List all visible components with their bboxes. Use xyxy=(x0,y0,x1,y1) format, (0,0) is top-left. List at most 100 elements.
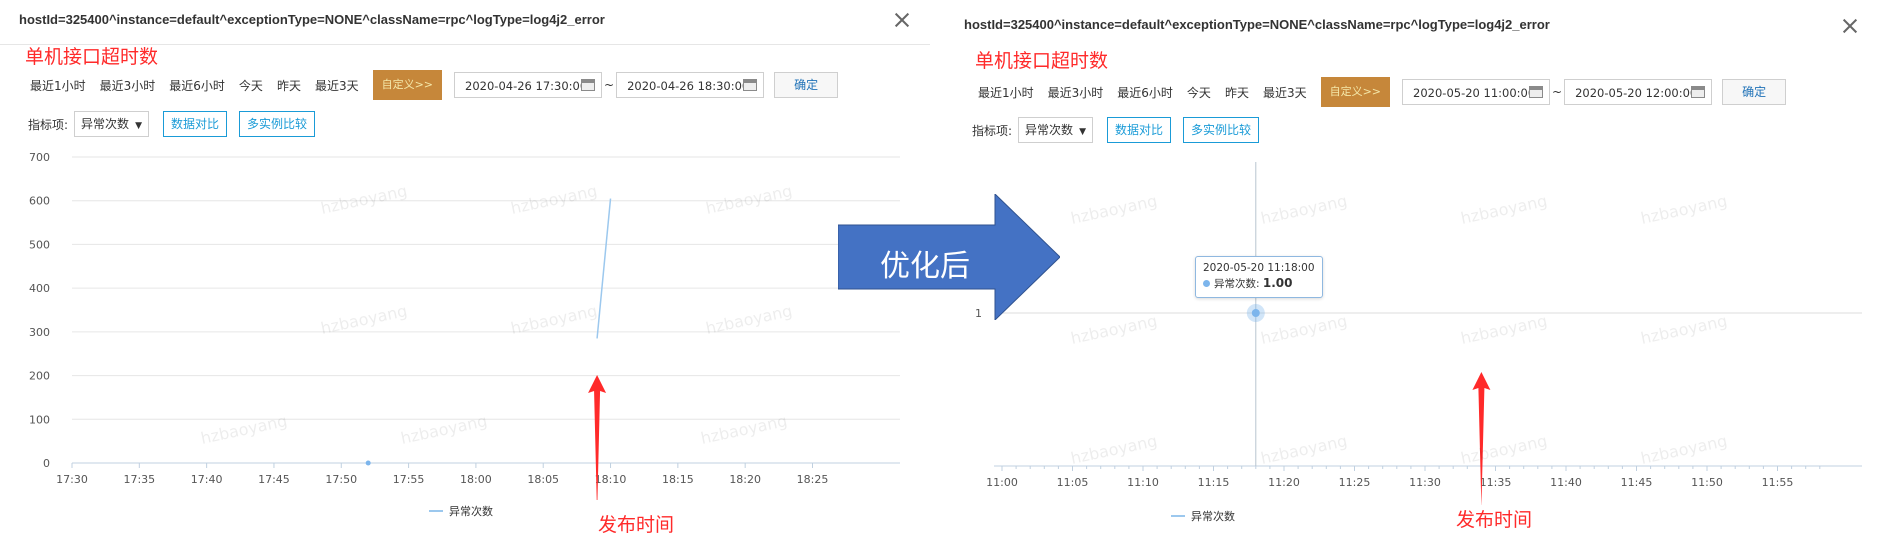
calendar-icon[interactable] xyxy=(581,79,596,91)
range-last-6h[interactable]: 最近6小时 xyxy=(169,77,225,94)
y-tick-label: 100 xyxy=(29,413,50,426)
range-last-3d[interactable]: 最近3天 xyxy=(315,77,359,94)
custom-range-button[interactable]: 自定义>> xyxy=(1320,77,1391,107)
metric-label: 指标项: xyxy=(972,123,1013,138)
range-last-3h[interactable]: 最近3小时 xyxy=(100,77,156,94)
range-yesterday[interactable]: 昨天 xyxy=(1225,84,1249,101)
caret-down-icon: ▼ xyxy=(135,121,142,131)
calendar-icon[interactable] xyxy=(1691,86,1706,98)
legend-line-icon xyxy=(429,510,443,512)
x-tick-label: 11:00 xyxy=(986,476,1018,489)
data-compare-button[interactable]: 数据对比 xyxy=(162,111,227,137)
release-time-label: 发布时间 xyxy=(1456,509,1533,531)
start-time-value: 2020-04-26 17:30:00 xyxy=(465,79,588,93)
x-tick-label: 11:10 xyxy=(1127,476,1159,489)
range-today[interactable]: 今天 xyxy=(239,77,263,94)
exception-count-chart: 0 100 200 300 400 500 600 700 17:30 17:35 17:40 17:… xyxy=(29,151,900,500)
caret-down-icon: ▼ xyxy=(1079,127,1086,137)
annotation-title: 单机接口超时数 xyxy=(975,50,1109,72)
x-tick-label: 11:25 xyxy=(1339,476,1371,489)
tooltip-series: 异常次数: xyxy=(1214,278,1260,290)
x-tick-label: 18:15 xyxy=(662,473,694,486)
x-tick-label: 17:30 xyxy=(56,473,88,486)
time-range-bar: 最近1小时 最近3小时 最近6小时 今天 昨天 最近3天 自定义>> 2020-… xyxy=(978,77,1787,107)
x-tick-label: 17:50 xyxy=(325,473,357,486)
range-separator: ~ xyxy=(604,78,615,92)
x-tick-label: 18:20 xyxy=(729,473,761,486)
left-dialog: hostId=325400^instance=default^exception… xyxy=(0,0,930,539)
range-today[interactable]: 今天 xyxy=(1187,84,1211,101)
chart-legend[interactable]: 异常次数 xyxy=(429,503,493,519)
x-tick-label: 18:10 xyxy=(595,473,627,486)
range-last-3d[interactable]: 最近3天 xyxy=(1263,84,1307,101)
x-tick-label: 17:55 xyxy=(393,473,425,486)
start-time-input[interactable]: 2020-05-20 11:00:00 xyxy=(1402,79,1551,105)
data-compare-button[interactable]: 数据对比 xyxy=(1106,117,1171,143)
x-tick-label: 11:55 xyxy=(1762,476,1794,489)
range-last-1h[interactable]: 最近1小时 xyxy=(978,84,1034,101)
x-tick-label: 18:25 xyxy=(797,473,829,486)
x-tick-label: 18:00 xyxy=(460,473,492,486)
x-tick-label: 17:45 xyxy=(258,473,290,486)
y-tick-label: 300 xyxy=(29,326,50,339)
end-time-input[interactable]: 2020-04-26 18:30:00 xyxy=(616,72,765,98)
x-tick-label: 17:35 xyxy=(123,473,155,486)
end-time-value: 2020-04-26 18:30:00 xyxy=(627,79,750,93)
y-tick-label: 0 xyxy=(43,457,50,470)
exception-count-chart: 111:00 11:05 11:10 11:15 11:20 11:25 11:30 11:3… xyxy=(975,162,1862,505)
range-last-6h[interactable]: 最近6小时 xyxy=(1117,84,1173,101)
y-tick-label: 600 xyxy=(29,195,50,208)
calendar-icon[interactable] xyxy=(743,79,758,91)
multi-instance-compare-button[interactable]: 多实例比较 xyxy=(1183,117,1260,143)
x-tick-label: 11:50 xyxy=(1691,476,1723,489)
legend-label: 异常次数 xyxy=(449,505,493,518)
arrow-label: 优化后 xyxy=(880,249,970,284)
metric-select[interactable]: 异常次数 ▼ xyxy=(74,111,149,137)
x-tick-label: 11:40 xyxy=(1550,476,1582,489)
calendar-icon[interactable] xyxy=(1529,86,1544,98)
legend-line-icon xyxy=(1171,515,1185,517)
legend-label: 异常次数 xyxy=(1191,510,1235,523)
metric-bar: 指标项: 异常次数 ▼ 数据对比 多实例比较 xyxy=(972,116,1271,144)
x-tick-label: 11:15 xyxy=(1198,476,1230,489)
y-tick-label: 400 xyxy=(29,282,50,295)
metric-select[interactable]: 异常次数 ▼ xyxy=(1018,117,1093,143)
metric-select-value: 异常次数 xyxy=(81,117,130,131)
x-tick-label: 11:05 xyxy=(1057,476,1089,489)
end-time-value: 2020-05-20 12:00:00 xyxy=(1575,86,1698,100)
x-tick-label: 11:35 xyxy=(1480,476,1512,489)
y-tick-label: 700 xyxy=(29,151,50,164)
end-time-input[interactable]: 2020-05-20 12:00:00 xyxy=(1564,79,1713,105)
release-time-label: 发布时间 xyxy=(598,514,675,536)
tooltip-row: 异常次数: 1.00 xyxy=(1203,276,1315,291)
range-yesterday[interactable]: 昨天 xyxy=(277,77,301,94)
metric-label: 指标项: xyxy=(28,117,69,132)
range-last-3h[interactable]: 最近3小时 xyxy=(1048,84,1104,101)
range-last-1h[interactable]: 最近1小时 xyxy=(30,77,86,94)
confirm-button[interactable]: 确定 xyxy=(774,72,839,98)
confirm-button[interactable]: 确定 xyxy=(1722,79,1787,105)
data-point[interactable] xyxy=(365,460,371,466)
tooltip-date: 2020-05-20 11:18:00 xyxy=(1203,262,1315,274)
chart-tooltip: 2020-05-20 11:18:00 异常次数: 1.00 xyxy=(1195,256,1323,298)
x-tick-label: 11:45 xyxy=(1621,476,1653,489)
close-icon[interactable] xyxy=(890,8,914,32)
close-icon[interactable] xyxy=(1838,14,1862,38)
chart-legend[interactable]: 异常次数 xyxy=(1171,508,1235,524)
x-tick-label: 11:30 xyxy=(1409,476,1441,489)
start-time-input[interactable]: 2020-04-26 17:30:00 xyxy=(454,72,603,98)
range-separator: ~ xyxy=(1552,85,1563,99)
series-dot-icon xyxy=(1203,280,1210,287)
y-tick-label: 500 xyxy=(29,238,50,251)
dialog-title: hostId=325400^instance=default^exception… xyxy=(964,17,1550,32)
right-dialog: hostId=325400^instance=default^exception… xyxy=(954,0,1877,539)
annotation-title: 单机接口超时数 xyxy=(25,46,159,68)
x-tick-label: 11:20 xyxy=(1268,476,1300,489)
multi-instance-compare-button[interactable]: 多实例比较 xyxy=(239,111,316,137)
data-point[interactable] xyxy=(1251,309,1260,317)
series-line[interactable] xyxy=(596,198,612,339)
time-range-bar: 最近1小时 最近3小时 最近6小时 今天 昨天 最近3天 自定义>> 2020-… xyxy=(30,70,839,100)
x-tick-label: 17:40 xyxy=(191,473,223,486)
custom-range-button[interactable]: 自定义>> xyxy=(372,70,443,100)
x-tick-label: 18:05 xyxy=(527,473,559,486)
